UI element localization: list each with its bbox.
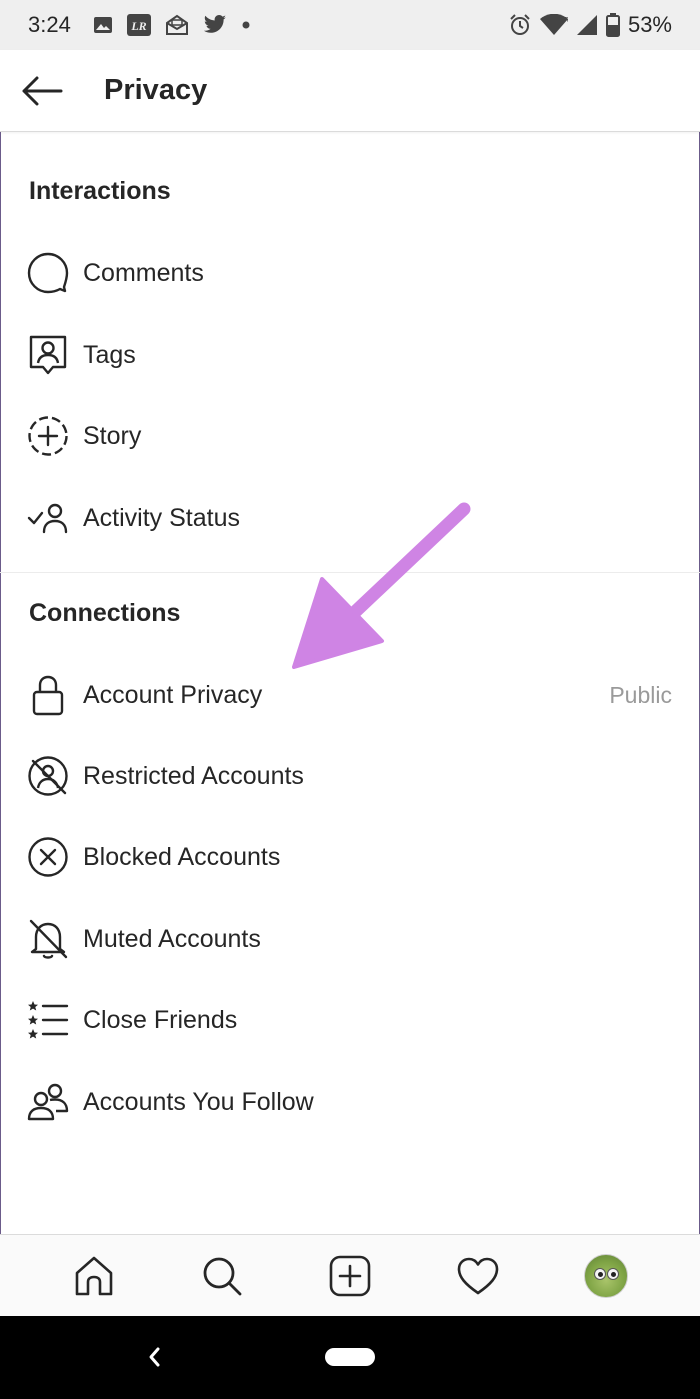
status-time: 3:24: [28, 12, 71, 37]
svg-text:R: R: [564, 17, 568, 24]
search-icon: [203, 1257, 242, 1295]
menu-item-muted-accounts[interactable]: Muted Accounts: [0, 898, 700, 980]
account-privacy-value: Public: [609, 681, 672, 708]
nav-search[interactable]: [197, 1251, 247, 1301]
dot-icon: [242, 21, 250, 29]
menu-item-restricted-accounts[interactable]: Restricted Accounts: [0, 735, 700, 817]
comment-bubble-icon: [27, 252, 69, 294]
menu-item-accounts-you-follow[interactable]: Accounts You Follow: [0, 1061, 700, 1143]
system-navigation-bar: [0, 1316, 700, 1399]
menu-item-label: Blocked Accounts: [83, 842, 281, 871]
signal-icon: [576, 15, 597, 35]
new-post-icon: [329, 1255, 371, 1296]
wifi-icon: R: [539, 14, 568, 35]
system-status: R 53%: [508, 12, 672, 38]
home-icon: [75, 1256, 113, 1295]
nav-profile[interactable]: [581, 1251, 631, 1301]
menu-item-label: Muted Accounts: [83, 924, 261, 953]
menu-item-label: Comments: [83, 258, 204, 287]
arrow-left-icon: [22, 76, 63, 105]
menu-item-blocked-accounts[interactable]: Blocked Accounts: [0, 816, 700, 898]
bell-muted-icon: [27, 918, 69, 960]
avatar-eye: [607, 1267, 619, 1280]
nav-activity[interactable]: [453, 1251, 503, 1301]
profile-avatar: [584, 1253, 628, 1298]
mail-open-icon: [165, 14, 188, 35]
image-icon: [93, 17, 112, 33]
status-bar: 3:24 LR R 53%: [0, 0, 700, 50]
nav-home[interactable]: [69, 1251, 119, 1301]
menu-item-label: Story: [83, 421, 142, 450]
alarm-icon: [510, 14, 530, 35]
back-button[interactable]: [2, 50, 82, 132]
blocked-icon: [27, 836, 69, 878]
tag-person-icon: [27, 334, 69, 376]
menu-item-label: Activity Status: [83, 503, 240, 532]
nav-new-post[interactable]: [325, 1251, 375, 1301]
menu-item-story[interactable]: Story: [0, 395, 700, 477]
people-icon: [27, 1081, 69, 1123]
app-header: Privacy: [0, 50, 700, 132]
section-title-interactions: Interactions: [29, 177, 171, 205]
menu-item-label: Accounts You Follow: [83, 1087, 314, 1116]
notification-icons: LR: [93, 14, 251, 36]
lr-icon: LR: [126, 14, 151, 36]
bottom-navigation: [0, 1234, 700, 1316]
menu-item-label: Account Privacy: [83, 680, 263, 709]
menu-item-label: Close Friends: [83, 1005, 238, 1034]
svg-text:LR: LR: [130, 19, 146, 33]
menu-item-label: Tags: [83, 340, 136, 369]
activity-status-icon: [27, 497, 69, 539]
twitter-icon: [203, 15, 226, 33]
menu-item-close-friends[interactable]: Close Friends: [0, 979, 700, 1061]
section-title-connections: Connections: [29, 599, 181, 627]
battery-percent: 53%: [627, 12, 672, 37]
star-list-icon: [27, 999, 69, 1041]
lock-icon: [27, 674, 69, 716]
system-home-pill[interactable]: [325, 1348, 375, 1366]
avatar-eye: [594, 1267, 606, 1280]
annotation-arrow-icon: [292, 502, 471, 669]
menu-item-tags[interactable]: Tags: [0, 314, 700, 396]
battery-icon: [605, 13, 620, 37]
system-back-icon[interactable]: [143, 1342, 165, 1372]
menu-item-comments[interactable]: Comments: [0, 232, 700, 314]
menu-item-label: Restricted Accounts: [83, 761, 304, 790]
restricted-icon: [27, 755, 69, 797]
heart-icon: [457, 1257, 499, 1294]
story-add-icon: [27, 415, 69, 457]
page-title: Privacy: [104, 74, 208, 106]
